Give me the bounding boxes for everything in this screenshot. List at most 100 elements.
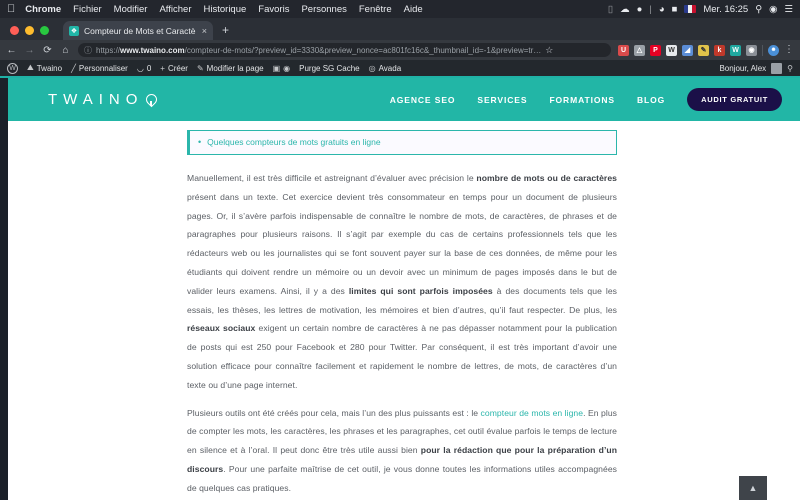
adminbar-label: Modifier la page — [206, 63, 264, 73]
star-icon[interactable]: ☆ — [545, 45, 553, 56]
menu-item-personnes[interactable]: Personnes — [301, 4, 346, 15]
adminbar-greeting[interactable]: Bonjour, Alex — [719, 64, 766, 73]
emphasis-text: nombre de mots ou de caractères — [476, 173, 617, 183]
skype-icon[interactable]: ● — [637, 4, 643, 15]
menu-item-chrome[interactable]: Chrome — [25, 4, 61, 15]
menu-item-fichier[interactable]: Fichier — [73, 4, 102, 15]
toolbar-divider — [762, 44, 763, 56]
adminbar-item-purge-cache[interactable]: Purge SG Cache — [299, 64, 359, 73]
body-text: Manuellement, il est très difficile et a… — [187, 173, 477, 183]
nav-item-blog[interactable]: BLOG — [637, 95, 665, 105]
profile-avatar-icon[interactable]: ☻ — [768, 44, 779, 56]
macos-menu-bar:  Chrome Fichier Modifier Afficher Histo… — [0, 0, 800, 18]
url-host: www.twaino.com — [120, 45, 185, 55]
wordtune-ext-icon[interactable]: W — [666, 44, 677, 56]
wpseo-icon: ▣ — [272, 63, 281, 73]
clock[interactable]: Mer. 16:25 — [703, 4, 748, 15]
seoquake-ext-icon[interactable]: ◢ — [682, 44, 693, 56]
address-bar[interactable]: ⓘ https://www.twaino.com/compteur-de-mot… — [78, 43, 611, 57]
page-left-edge — [0, 78, 8, 500]
back-arrow-icon[interactable]: ← — [6, 45, 17, 56]
inline-link[interactable]: compteur de mots en ligne — [481, 408, 584, 418]
cloud-icon[interactable]: ☁ — [620, 4, 630, 15]
close-icon[interactable]: × — [202, 26, 207, 36]
screen-icon[interactable]: ▯ — [608, 4, 613, 15]
bullet-icon: • — [198, 137, 202, 147]
logo-text: TWAINO — [48, 91, 144, 108]
menu-item-favoris[interactable]: Favoris — [258, 4, 289, 15]
chevron-up-icon: ▲ — [748, 483, 758, 493]
adminbar-item-twaino[interactable]: ⛰ Twaino — [27, 63, 62, 73]
wistia-ext-icon[interactable]: W — [730, 44, 741, 56]
plus-icon[interactable]: + — [222, 23, 229, 40]
ubersuggest-ext-icon[interactable]: U — [618, 44, 629, 56]
url-path: /compteur-de-mots/?preview_id=3330&previ… — [184, 45, 542, 55]
scroll-to-top-button[interactable]: ▲ — [739, 476, 767, 500]
adminbar-label: Personnaliser — [78, 63, 128, 73]
menu-item-fenetre[interactable]: Fenêtre — [359, 4, 392, 15]
wordpress-icon[interactable]: W — [7, 62, 18, 74]
toc-list-item[interactable]: • Quelques compteurs de mots gratuits en… — [198, 136, 608, 148]
window-traffic-lights — [8, 26, 49, 40]
nav-item-formations[interactable]: FORMATIONS — [549, 95, 615, 105]
content-wrapper: • Quelques compteurs de mots gratuits en… — [183, 130, 617, 500]
pinterest-ext-icon[interactable]: P — [650, 44, 661, 56]
menu-item-aide[interactable]: Aide — [404, 4, 423, 15]
minimize-window-button[interactable] — [25, 26, 34, 35]
keywords-ext-icon[interactable]: k — [714, 44, 725, 56]
menu-item-historique[interactable]: Historique — [204, 4, 247, 15]
loom-ext-icon[interactable]: ◉ — [746, 44, 757, 56]
extension-icons: U △ P W ◢ ✎ k W ◉ ☻ ⋮ — [618, 44, 794, 56]
paragraph-1: Manuellement, il est très difficile et a… — [187, 169, 617, 395]
battery-icon[interactable]: ■ — [672, 4, 678, 15]
adminbar-item-personnaliser[interactable]: ╱ Personnaliser — [71, 64, 128, 73]
adminbar-item-creer[interactable]: + Créer — [160, 64, 188, 73]
macos-menu-items: Chrome Fichier Modifier Afficher Histori… — [25, 4, 422, 15]
siri-icon[interactable]: ◉ — [769, 4, 777, 15]
body-text: . Pour une parfaite maîtrise de cet outi… — [187, 463, 617, 493]
browser-toolbar: ← → ⟳ ⌂ ⓘ https://www.twaino.com/compteu… — [0, 40, 800, 60]
close-window-button[interactable] — [10, 26, 19, 35]
body-text: Plusieurs outils ont été créés pour cela… — [187, 407, 481, 418]
home-icon[interactable]: ⌂ — [60, 45, 71, 56]
macos-status-icons: ▯ ☁ ● | ◕ ■ Mer. 16:25 ⚲ ◉ ☰ — [608, 4, 793, 15]
table-of-contents: • Quelques compteurs de mots gratuits en… — [187, 130, 617, 155]
tab-strip: ❖ Compteur de Mots et Caractè × + — [0, 18, 800, 40]
paragraph-2: Plusieurs outils ont été créés pour cela… — [187, 404, 617, 498]
user-avatar[interactable] — [771, 62, 783, 74]
adminbar-item-avada[interactable]: ◎ Avada — [369, 64, 402, 73]
website-viewport: TWAINO AGENCE SEO SERVICES FORMATIONS BL… — [0, 78, 800, 500]
drive-ext-icon[interactable]: △ — [634, 44, 645, 56]
search-icon[interactable]: ⚲ — [787, 64, 793, 73]
adminbar-item-comments[interactable]: ◡ 0 — [137, 64, 151, 73]
audit-gratuit-button[interactable]: AUDIT GRATUIT — [687, 88, 782, 111]
info-circle-icon[interactable]: ⓘ — [84, 45, 92, 56]
highlight-ext-icon[interactable]: ✎ — [698, 44, 709, 56]
menu-item-modifier[interactable]: Modifier — [114, 4, 148, 15]
emphasis-text: réseaux sociaux — [187, 323, 256, 334]
search-icon[interactable]: ⚲ — [755, 4, 762, 15]
adminbar-label: Avada — [378, 63, 402, 73]
menu-item-afficher[interactable]: Afficher — [159, 4, 191, 15]
reload-icon[interactable]: ⟳ — [42, 45, 53, 56]
toc-link[interactable]: Quelques compteurs de mots gratuits en l… — [207, 136, 380, 148]
screen:  Chrome Fichier Modifier Afficher Histo… — [0, 0, 800, 500]
adminbar-item-wpseo[interactable]: ▣ ◉ — [273, 64, 291, 73]
site-logo[interactable]: TWAINO — [48, 91, 156, 108]
nav-item-agence-seo[interactable]: AGENCE SEO — [390, 95, 456, 105]
wifi-icon[interactable]: ◕ — [659, 4, 665, 15]
nav-item-services[interactable]: SERVICES — [477, 95, 527, 105]
browser-tab[interactable]: ❖ Compteur de Mots et Caractè × — [63, 21, 213, 40]
url-text: https://www.twaino.com/compteur-de-mots/… — [96, 46, 541, 55]
zoom-window-button[interactable] — [40, 26, 49, 35]
kebab-menu-icon[interactable]: ⋮ — [784, 45, 794, 55]
adminbar-label: Créer — [167, 63, 188, 73]
forward-arrow-icon[interactable]: → — [24, 45, 35, 56]
comment-icon: ◡ — [136, 63, 144, 73]
adminbar-right: Bonjour, Alex ⚲ — [719, 62, 793, 74]
flag-icon[interactable] — [684, 5, 697, 13]
control-center-icon[interactable]: ☰ — [784, 4, 793, 15]
apple-icon[interactable]:  — [7, 3, 15, 15]
adminbar-item-modifier-page[interactable]: ✎ Modifier la page — [197, 64, 264, 73]
site-header: TWAINO AGENCE SEO SERVICES FORMATIONS BL… — [0, 78, 800, 121]
